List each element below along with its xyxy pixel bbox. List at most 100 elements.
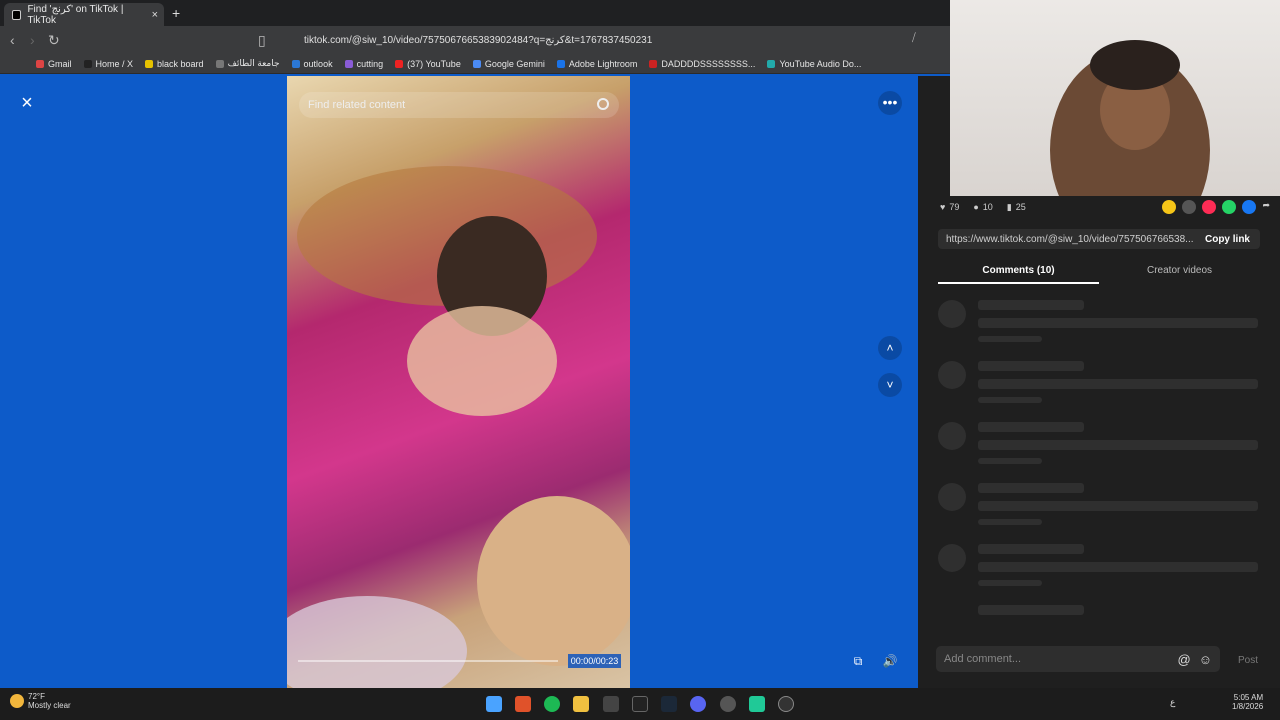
brave-browser-icon[interactable] — [515, 696, 531, 712]
skeleton-placeholder — [978, 336, 1042, 342]
file-explorer-icon[interactable] — [573, 696, 589, 712]
picture-in-picture-icon[interactable]: ⧉ — [848, 651, 868, 671]
skeleton-placeholder — [978, 300, 1084, 310]
bookmark-item[interactable]: Home / X — [83, 59, 133, 69]
bookmark-favicon-icon — [83, 59, 92, 68]
bookmark-label: YouTube Audio Do... — [779, 58, 862, 69]
previous-video-button[interactable]: ˄ — [878, 336, 902, 360]
share-arrow-icon[interactable]: ➦ — [1262, 200, 1270, 214]
url-field[interactable]: tiktok.com/@siw_10/video/757506766538390… — [282, 30, 922, 50]
bookmark-favicon-icon — [649, 59, 658, 68]
discord-icon[interactable] — [690, 696, 706, 712]
bookmark-item[interactable]: جامعة الطائف — [215, 58, 280, 69]
bookmark-item[interactable]: YouTube Audio Do... — [767, 59, 861, 69]
app-icon[interactable] — [603, 696, 619, 712]
skeleton-placeholder — [938, 361, 966, 389]
epic-games-icon[interactable] — [632, 696, 648, 712]
skeleton-placeholder — [978, 544, 1084, 554]
bookmark-item[interactable]: (37) YouTube — [395, 59, 461, 69]
bookmark-item[interactable]: outlook — [291, 58, 333, 69]
next-video-button[interactable]: ˅ — [878, 373, 902, 397]
extensions-icon[interactable]: ⧸ — [912, 32, 916, 45]
video-link: https://www.tiktok.com/@siw_10/video/757… — [946, 233, 1194, 245]
back-icon[interactable]: ‹ — [10, 32, 15, 48]
embed-icon[interactable] — [1182, 200, 1197, 214]
emoji-icon[interactable]: ☺ — [1199, 652, 1212, 667]
browser-tab[interactable]: Find 'كرنج' on TikTok | TikTok × — [4, 3, 164, 26]
reload-icon[interactable]: ↻ — [48, 32, 60, 49]
bookmark-item[interactable]: cutting — [344, 58, 384, 69]
bookmark-favicon-icon — [767, 59, 776, 68]
skeleton-placeholder — [978, 580, 1042, 586]
input-language[interactable]: ع — [1170, 697, 1175, 708]
bookmark-item[interactable]: DADDDDSSSSSSSS... — [649, 59, 755, 69]
webcam-hair-shape — [1090, 40, 1180, 90]
copy-link-button[interactable]: Copy link — [1195, 234, 1260, 245]
tab-close-icon[interactable]: × — [152, 9, 158, 21]
save-button[interactable]: ▮ 25 — [1007, 202, 1026, 213]
share-option[interactable] — [1162, 200, 1177, 214]
bookmark-label: جامعة الطائف — [227, 58, 280, 68]
forward-icon[interactable]: › — [30, 32, 35, 48]
comment-placeholder: Add comment... — [944, 653, 1022, 665]
skeleton-placeholder — [978, 483, 1084, 493]
video-player[interactable] — [287, 76, 630, 688]
bookmark-label: DADDDDSSSSSSSS... — [661, 58, 756, 69]
skeleton-placeholder — [978, 519, 1042, 525]
skeleton-placeholder — [978, 361, 1084, 371]
bookmark-item[interactable]: black board — [145, 59, 204, 69]
clock[interactable]: 5:05 AM 1/8/2026 — [1232, 693, 1263, 711]
bookmark-favicon-icon — [215, 59, 224, 68]
close-icon[interactable]: × — [17, 93, 37, 113]
mention-icon[interactable]: @ — [1178, 652, 1191, 667]
like-button[interactable]: ♥ 79 — [940, 202, 959, 212]
steam-icon[interactable] — [661, 696, 677, 712]
tab-comments[interactable]: Comments (10) — [938, 262, 1099, 284]
more-options-button[interactable]: ••• — [878, 91, 902, 115]
facebook-icon[interactable] — [1242, 200, 1257, 214]
settings-icon[interactable] — [720, 696, 736, 712]
link-bar: https://www.tiktok.com/@siw_10/video/757… — [938, 229, 1260, 249]
search-input[interactable]: Find related content — [299, 92, 619, 118]
heart-icon: ♥ — [940, 202, 946, 212]
search-icon[interactable] — [597, 98, 609, 110]
bookmark-favicon-icon — [344, 59, 353, 68]
bookmark-icon[interactable]: ▯ — [258, 32, 266, 49]
moon-icon — [10, 694, 24, 708]
skeleton-placeholder — [978, 422, 1084, 432]
save-count: 25 — [1015, 202, 1026, 212]
spotify-icon[interactable] — [544, 696, 560, 712]
comment-count: 10 — [982, 202, 993, 212]
webcam-overlay — [950, 0, 1280, 196]
weather-widget[interactable]: 72°F Mostly clear — [10, 692, 71, 710]
skeleton-placeholder — [938, 483, 966, 511]
app-icon[interactable] — [749, 696, 765, 712]
bookmark-favicon-icon — [472, 59, 481, 68]
bookmark-favicon-icon — [145, 59, 154, 68]
bookmark-item[interactable]: Gmail — [36, 59, 72, 69]
obs-icon[interactable] — [778, 696, 794, 712]
volume-icon[interactable]: 🔊 — [880, 651, 900, 671]
bookmark-item[interactable]: Google Gemini — [472, 58, 545, 69]
whatsapp-icon[interactable] — [1222, 200, 1237, 214]
new-tab-button[interactable]: + — [172, 5, 180, 21]
bookmark-label: Google Gemini — [484, 58, 545, 69]
share-icons: ➦ — [1162, 200, 1270, 214]
video-progress-bar[interactable] — [298, 660, 558, 662]
bookmark-label: Gmail — [48, 58, 72, 69]
bookmarks-bar: Gmail Home / X black board جامعة الطائف outl… — [0, 54, 950, 74]
share-option[interactable] — [1202, 200, 1217, 214]
skeleton-placeholder — [978, 458, 1042, 464]
bookmark-item[interactable]: Adobe Lightroom — [556, 59, 637, 69]
post-button[interactable]: Post — [1238, 655, 1258, 666]
skeleton-placeholder — [978, 605, 1084, 615]
skeleton-placeholder — [978, 318, 1258, 328]
comment-button[interactable]: ● 10 — [973, 202, 992, 212]
windows-start-icon[interactable] — [486, 696, 502, 712]
bookmark-icon: ▮ — [1006, 201, 1012, 212]
comment-input[interactable]: Add comment... @ ☺ — [936, 646, 1220, 672]
tab-creator-videos[interactable]: Creator videos — [1099, 262, 1260, 284]
video-frame-shape — [287, 596, 467, 688]
bookmark-label: outlook — [303, 58, 333, 69]
bookmark-label: cutting — [356, 58, 384, 69]
